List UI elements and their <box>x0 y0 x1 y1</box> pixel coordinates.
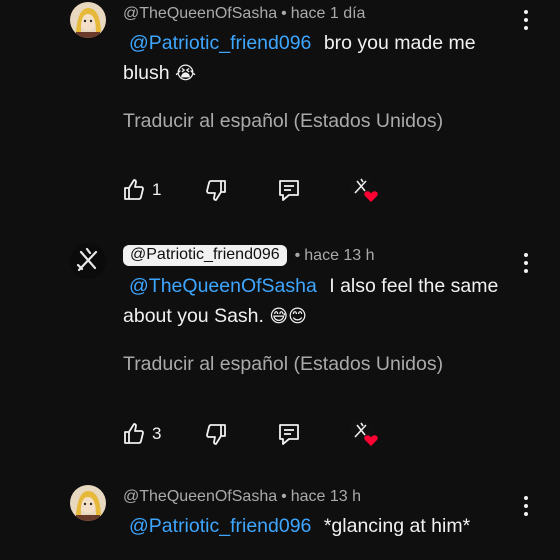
comment-text-line1: bro you made me <box>323 32 476 54</box>
like-count: 3 <box>152 424 162 443</box>
avatar[interactable] <box>70 2 106 38</box>
separator: • <box>281 488 287 505</box>
comment-text: @TheQueenOfSasha I also feel the same ab… <box>123 271 523 332</box>
like-count: 1 <box>152 180 162 199</box>
author-name-highlighted[interactable]: @Patriotic_friend096 <box>123 245 287 266</box>
separator: • <box>281 5 287 22</box>
mention-link[interactable]: @Patriotic_friend096 <box>129 515 311 537</box>
mention-link[interactable]: @TheQueenOfSasha <box>129 275 317 297</box>
mention-link[interactable]: @Patriotic_friend096 <box>129 32 311 54</box>
like-button[interactable]: 3 <box>122 421 161 447</box>
translate-link[interactable]: Traducir al español (Estados Unidos) <box>123 353 443 376</box>
reply-button[interactable] <box>277 177 301 203</box>
avatar-image <box>70 485 106 521</box>
comment-text: @Patriotic_friend096 *glancing at him* <box>123 511 523 541</box>
comment-header: @Patriotic_friend096 • hace 13 h <box>123 245 375 266</box>
translate-link[interactable]: Traducir al español (Estados Unidos) <box>123 110 443 133</box>
smiling-emoji: 😅😊 <box>269 306 307 327</box>
timestamp[interactable]: hace 13 h <box>291 488 361 506</box>
reply-icon <box>279 180 299 201</box>
dislike-button[interactable] <box>204 421 228 447</box>
avatar[interactable] <box>70 485 106 521</box>
comment-header: @TheQueenOfSasha • hace 1 día <box>123 5 365 23</box>
avatar-image <box>70 243 106 279</box>
reply-button[interactable] <box>277 421 301 447</box>
dislike-button[interactable] <box>204 177 228 203</box>
comment-text-line2: about you Sash. <box>123 305 264 327</box>
creator-heart-icon <box>350 420 378 446</box>
action-bar: 1 <box>122 176 402 203</box>
avatar[interactable] <box>70 243 106 279</box>
thumbs-down-icon <box>206 180 226 201</box>
comment-text-line1: *glancing at him* <box>323 515 471 537</box>
reply-icon <box>279 424 299 445</box>
separator: • <box>294 246 301 264</box>
avatar-image <box>70 2 106 38</box>
thumbs-up-icon <box>124 423 144 444</box>
author-name[interactable]: @TheQueenOfSasha <box>123 488 277 506</box>
creator-heart-icon <box>350 176 378 202</box>
crying-emoji: 😭 <box>175 63 197 84</box>
comment-header: @TheQueenOfSasha • hace 13 h <box>123 488 361 506</box>
like-button[interactable]: 1 <box>122 177 161 203</box>
comment-text: @Patriotic_friend096 bro you made me blu… <box>123 28 523 89</box>
author-name[interactable]: @TheQueenOfSasha <box>123 5 277 23</box>
thumbs-up-icon <box>124 179 144 200</box>
thumbs-down-icon <box>206 424 226 445</box>
timestamp[interactable]: hace 13 h <box>304 247 374 265</box>
comment-text-line2: blush <box>123 62 170 84</box>
action-bar: 3 <box>122 420 402 447</box>
timestamp[interactable]: hace 1 día <box>291 5 366 23</box>
comment-text-line1: I also feel the same <box>329 275 499 297</box>
